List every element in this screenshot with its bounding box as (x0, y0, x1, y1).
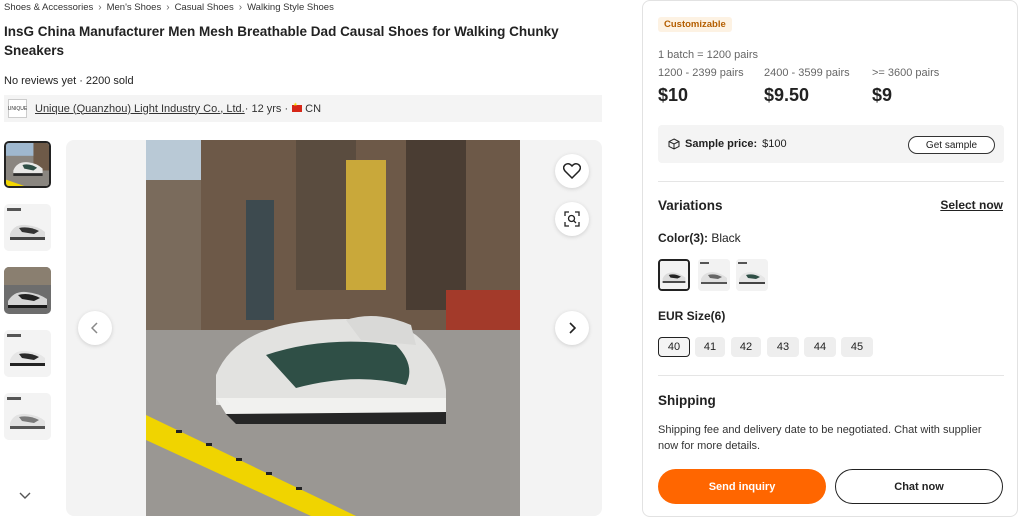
size-option-41[interactable]: 41 (695, 337, 725, 357)
divider (658, 375, 1004, 376)
chevron-right-icon: › (98, 2, 102, 13)
purchase-panel: Customizable 1 batch = 1200 pairs 1200 -… (642, 0, 1018, 517)
breadcrumb-item-walking-style-shoes[interactable]: Walking Style Shoes (247, 2, 334, 13)
supplier-logo: UNIQUE (8, 99, 27, 118)
thumbnail-1[interactable] (4, 141, 51, 188)
color-label-name: Color(3): (658, 231, 708, 245)
thumbnail-shoe-image (4, 204, 51, 251)
shoe-swatch-image (660, 261, 688, 289)
supplier-country: CN (305, 102, 322, 115)
chevron-right-icon: › (166, 2, 170, 13)
heart-icon (563, 163, 581, 179)
box-icon (668, 138, 680, 150)
sample-price-value: $100 (762, 138, 787, 150)
tier-price: $10 (658, 85, 689, 105)
size-option-43[interactable]: 43 (767, 337, 799, 357)
thumbnail-3[interactable] (4, 267, 51, 314)
china-flag-icon (292, 102, 303, 112)
size-option-40[interactable]: 40 (658, 337, 690, 357)
thumbnail-4[interactable] (4, 330, 51, 377)
thumbnail-scroll-down-button[interactable] (12, 483, 38, 509)
supplier-years: · 12 yrs · (244, 102, 289, 115)
thumbnail-shoe-image (4, 393, 51, 440)
color-swatch-black[interactable] (658, 259, 690, 291)
product-title: InsG China Manufacturer Men Mesh Breatha… (4, 24, 559, 58)
tier-price: $9 (872, 85, 893, 105)
sample-price-label: Sample price: (685, 138, 758, 150)
breadcrumb-item-casual-shoes[interactable]: Casual Shoes (175, 2, 234, 13)
previous-image-button[interactable] (78, 311, 112, 345)
supplier-name-link[interactable]: Unique (Quanzhou) Light Industry Co., Lt… (35, 103, 245, 115)
image-search-button[interactable] (555, 202, 589, 236)
customizable-badge: Customizable (658, 17, 732, 32)
main-gallery (66, 140, 602, 516)
favorite-button[interactable] (555, 154, 589, 188)
shipping-description: Shipping fee and delivery date to be neg… (658, 424, 982, 452)
thumbnail-list (4, 141, 52, 456)
thumbnail-shoe-image (4, 267, 51, 314)
tier-range: 1200 - 2399 pairs (658, 67, 744, 79)
thumbnail-2[interactable] (4, 204, 51, 251)
color-label: Color(3): Black (658, 231, 741, 245)
tier-price: $9.50 (764, 85, 810, 105)
price-tier-1: 1200 - 2399 pairs $10 (658, 67, 744, 106)
next-image-button[interactable] (555, 311, 589, 345)
price-tier-2: 2400 - 3599 pairs $9.50 (764, 67, 850, 106)
main-product-image (146, 140, 520, 516)
chat-now-button[interactable]: Chat now (835, 469, 1003, 504)
scan-search-icon (564, 211, 580, 227)
sample-box: Sample price: $100 Get sample (658, 125, 1004, 163)
supplier-logo-text: UNIQUE (7, 105, 28, 112)
send-inquiry-button[interactable]: Send inquiry (658, 469, 826, 504)
breadcrumb-item-mens-shoes[interactable]: Men's Shoes (107, 2, 162, 13)
color-swatch-3[interactable] (736, 259, 768, 291)
shoe-swatch-image (698, 259, 730, 291)
thumbnail-shoe-image (4, 330, 51, 377)
size-option-42[interactable]: 42 (731, 337, 761, 357)
size-label-text: EUR Size(6) (658, 309, 726, 323)
tier-range: 2400 - 3599 pairs (764, 67, 850, 79)
chevron-down-icon (19, 492, 31, 499)
size-option-44[interactable]: 44 (804, 337, 836, 357)
thumbnail-shoe-image (6, 143, 49, 186)
variations-title: Variations (658, 198, 723, 213)
shoe-swatch-image (736, 259, 768, 291)
size-label: EUR Size(6) (658, 309, 725, 323)
breadcrumb-item-shoes-accessories[interactable]: Shoes & Accessories (4, 2, 93, 13)
divider (658, 181, 1004, 182)
breadcrumb: Shoes & Accessories › Men's Shoes › Casu… (4, 2, 334, 13)
batch-info: 1 batch = 1200 pairs (658, 49, 758, 61)
price-tier-3: >= 3600 pairs $9 (872, 67, 939, 106)
color-swatch-2[interactable] (698, 259, 730, 291)
get-sample-button[interactable]: Get sample (908, 136, 995, 154)
thumbnail-5[interactable] (4, 393, 51, 440)
shipping-title: Shipping (658, 393, 716, 408)
color-label-value: Black (708, 231, 741, 245)
supplier-bar: UNIQUE Unique (Quanzhou) Light Industry … (4, 95, 602, 122)
tier-range: >= 3600 pairs (872, 67, 940, 79)
chevron-left-icon (91, 322, 98, 334)
chevron-right-icon: › (238, 2, 243, 13)
size-option-45[interactable]: 45 (841, 337, 873, 357)
product-stats: No reviews yet · 2200 sold (4, 75, 134, 87)
chevron-right-icon (569, 322, 576, 334)
select-now-link[interactable]: Select now (940, 198, 1003, 212)
